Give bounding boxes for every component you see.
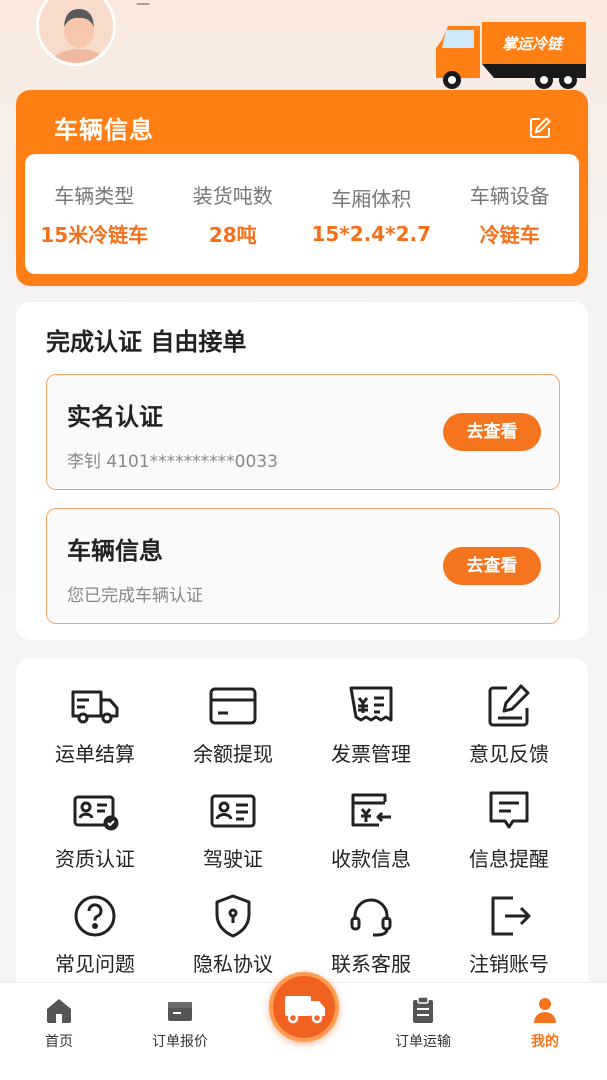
service-label: 余额提现	[193, 742, 273, 766]
real-name-cert-item: 实名认证 李钊 4101**********0033 去查看	[46, 374, 560, 490]
tab-label: 首页	[45, 1034, 73, 1050]
logout-icon	[491, 896, 531, 936]
service-label: 常见问题	[55, 952, 135, 976]
services-card: 运单结算 余额提现 发票管理 意见反馈 资质认证 驾驶证 收款信息 信息提醒 常…	[16, 658, 588, 998]
service-label: 信息提醒	[469, 847, 549, 871]
home-icon	[47, 999, 71, 1023]
cert-title: 车辆信息	[67, 537, 163, 565]
spec-label: 车辆设备	[469, 184, 550, 208]
certification-heading: 完成认证 自由接单	[46, 328, 247, 356]
username: —	[136, 0, 150, 12]
view-vehicle-button[interactable]: 去查看	[443, 547, 541, 585]
service-label: 运单结算	[55, 742, 135, 766]
feedback-icon	[488, 684, 530, 727]
tab-label: 我的	[531, 1034, 559, 1050]
service-payment-info[interactable]: 收款信息	[302, 785, 440, 872]
service-faq[interactable]: 常见问题	[26, 890, 164, 977]
cert-subtitle: 您已完成车辆认证	[67, 586, 203, 606]
user-icon	[534, 998, 556, 1023]
service-qualification[interactable]: 资质认证	[26, 785, 164, 872]
spec-label: 装货吨数	[192, 184, 273, 208]
vehicle-specs: 车辆类型 15米冷链车 装货吨数 28吨 车厢体积 15*2.4*2.7 车辆设…	[25, 154, 579, 274]
service-label: 收款信息	[331, 847, 411, 871]
service-invoice-management[interactable]: 发票管理	[302, 680, 440, 767]
question-icon	[74, 895, 116, 937]
view-real-name-button[interactable]: 去查看	[443, 413, 541, 451]
vehicle-cert-item: 车辆信息 您已完成车辆认证 去查看	[46, 508, 560, 624]
spec-label: 车厢体积	[331, 186, 412, 211]
avatar[interactable]	[36, 0, 116, 66]
clipboard-icon	[413, 996, 433, 1023]
spec-vehicle-equipment: 车辆设备 冷链车	[441, 180, 580, 248]
service-label: 联系客服	[331, 952, 411, 976]
spec-value: 15*2.4*2.7	[311, 221, 432, 246]
card-icon	[209, 687, 257, 725]
spec-value: 15米冷链车	[40, 223, 149, 247]
tab-label: 订单运输	[395, 1034, 451, 1050]
service-label: 隐私协议	[193, 952, 273, 976]
certification-card: 完成认证 自由接单 实名认证 李钊 4101**********0033 去查看…	[16, 302, 588, 640]
brand-logo-text: 掌运冷链	[502, 35, 565, 53]
spec-value: 28吨	[208, 223, 257, 247]
spec-value: 冷链车	[479, 223, 540, 247]
spec-load-tonnage: 装货吨数 28吨	[164, 180, 303, 248]
qualification-icon	[73, 795, 119, 831]
center-truck-button[interactable]	[269, 972, 339, 1042]
invoice-icon	[349, 686, 393, 722]
brand-truck-logo: 掌运冷链	[436, 22, 586, 89]
tab-order-quote[interactable]: 订单报价	[130, 995, 230, 1051]
tab-order-transport[interactable]: 订单运输	[373, 995, 473, 1051]
tab-label: 订单报价	[152, 1034, 208, 1050]
cert-subtitle: 李钊 4101**********0033	[67, 452, 278, 472]
tab-mine[interactable]: 我的	[495, 995, 595, 1051]
spec-label: 车辆类型	[54, 184, 135, 208]
edit-icon[interactable]	[528, 116, 552, 140]
truck-icon	[71, 690, 119, 724]
service-label: 意见反馈	[469, 742, 549, 766]
cert-title: 实名认证	[67, 403, 163, 431]
service-driver-license[interactable]: 驾驶证	[164, 785, 302, 872]
spec-vehicle-type: 车辆类型 15米冷链车	[25, 180, 164, 248]
service-label: 注销账号	[469, 952, 549, 976]
box-icon	[168, 1002, 192, 1021]
vehicle-card-title: 车辆信息	[54, 116, 154, 144]
service-label: 资质认证	[55, 847, 135, 871]
service-cancel-account[interactable]: 注销账号	[440, 890, 578, 977]
payment-icon	[351, 793, 391, 827]
service-feedback[interactable]: 意见反馈	[440, 680, 578, 767]
service-label: 发票管理	[331, 742, 411, 766]
vehicle-info-card: 车辆信息 车辆类型 15米冷链车 装货吨数 28吨 车厢体积 15*2.4*2.…	[16, 90, 588, 286]
spec-cargo-volume: 车厢体积 15*2.4*2.7	[302, 183, 441, 246]
service-waybill-settlement[interactable]: 运单结算	[26, 680, 164, 767]
message-icon	[489, 791, 529, 829]
services-grid: 运单结算 余额提现 发票管理 意见反馈 资质认证 驾驶证 收款信息 信息提醒 常…	[26, 680, 578, 977]
shield-icon	[215, 894, 251, 938]
service-customer-support[interactable]: 联系客服	[302, 890, 440, 977]
service-balance-withdraw[interactable]: 余额提现	[164, 680, 302, 767]
tab-home[interactable]: 首页	[9, 995, 109, 1051]
service-notifications[interactable]: 信息提醒	[440, 785, 578, 872]
truck-icon	[285, 996, 325, 1024]
license-icon	[210, 794, 256, 828]
service-privacy-policy[interactable]: 隐私协议	[164, 890, 302, 977]
headset-icon	[350, 898, 392, 937]
service-label: 驾驶证	[203, 847, 263, 871]
